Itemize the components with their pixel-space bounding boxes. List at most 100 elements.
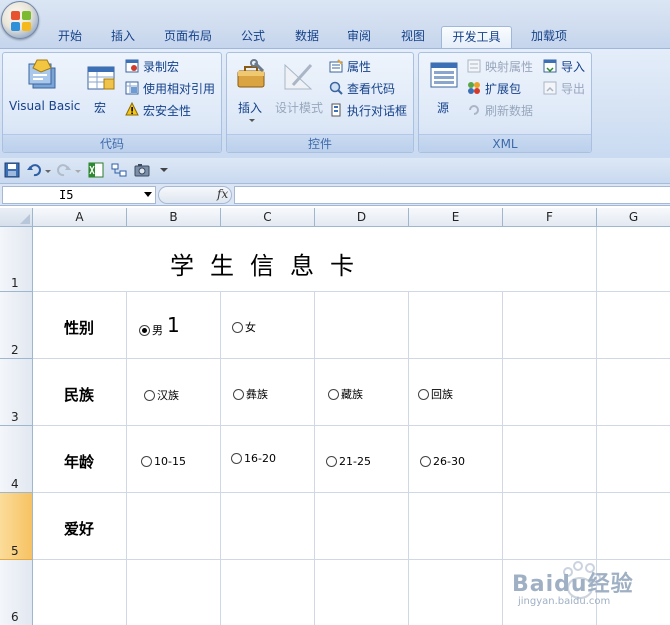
row-header-1[interactable]: 1 (0, 227, 33, 292)
record-macro-icon (125, 59, 139, 73)
formula-input[interactable] (234, 186, 670, 204)
age-option-16-20[interactable]: 16-20 (231, 452, 276, 465)
age-label: 年龄 (64, 453, 95, 471)
hobby-label: 爱好 (64, 520, 95, 538)
tab-developer[interactable]: 开发工具 (441, 26, 512, 48)
refresh-data-label: 刷新数据 (485, 104, 534, 118)
radio-icon (328, 388, 339, 400)
xml-import-button[interactable]: 导入 (541, 57, 589, 75)
excel-window: 开始 插入 页面布局 公式 数据 审阅 视图 开发工具 加载项 Visual B… (0, 0, 670, 625)
tab-view[interactable]: 视图 (393, 26, 433, 48)
office-button[interactable] (1, 1, 39, 39)
column-header-e[interactable]: E (409, 208, 503, 227)
map-properties-button: 映射属性 (465, 57, 539, 75)
save-icon[interactable] (4, 162, 20, 178)
insert-function-icon[interactable]: fx (217, 187, 228, 201)
expansion-packs-button[interactable]: 扩展包 (465, 79, 539, 97)
insert-control-button[interactable]: 插入 (229, 55, 273, 127)
age-option-21-25[interactable]: 21-25 (326, 455, 371, 468)
ethnicity-option-hui[interactable]: 回族 (418, 386, 453, 402)
ethnicity-option-zang-label: 藏族 (341, 388, 363, 401)
macros-button[interactable]: 宏 (83, 55, 121, 125)
office-logo-icon (11, 11, 31, 31)
warning-icon (125, 102, 139, 116)
undo-icon[interactable] (26, 162, 42, 178)
camera-icon[interactable] (134, 162, 150, 178)
formula-bar: I5 fx (0, 184, 670, 206)
column-header-d[interactable]: D (315, 208, 409, 227)
age-option-26-30[interactable]: 26-30 (420, 455, 465, 468)
relative-reference-button[interactable]: 使用相对引用 (123, 79, 221, 97)
excel-sheet-icon[interactable] (88, 162, 104, 178)
gender-linked-value: 1 (167, 313, 180, 337)
tab-formulas[interactable]: 公式 (233, 26, 273, 48)
run-dialog-label: 执行对话框 (347, 104, 408, 118)
properties-button[interactable]: 属性 (327, 57, 411, 75)
gender-option-male-label: 男 (152, 324, 163, 337)
design-mode-label: 设计模式 (275, 101, 324, 115)
undo-dropdown-icon[interactable] (45, 170, 51, 173)
name-box[interactable]: I5 (2, 186, 156, 204)
age-option-10-15[interactable]: 10-15 (141, 455, 186, 468)
run-dialog-button[interactable]: 执行对话框 (327, 101, 413, 119)
ribbon-panel: Visual Basic 宏 录制宏 使用相对引用 宏安全性 代码 插入 设计模… (0, 48, 670, 158)
gender-label: 性别 (64, 319, 95, 337)
flow-icon[interactable] (111, 162, 127, 178)
toolbox-icon (237, 59, 265, 88)
name-box-dropdown-icon[interactable] (144, 192, 152, 197)
gender-option-male[interactable]: 男 (139, 322, 163, 338)
radio-icon (418, 388, 429, 400)
row-header-3[interactable]: 3 (0, 359, 33, 426)
column-header-a[interactable]: A (33, 208, 127, 227)
view-code-icon (329, 81, 343, 95)
expansion-packs-icon (468, 82, 480, 94)
insert-control-label: 插入 (238, 101, 263, 115)
radio-selected-icon (139, 324, 150, 336)
tab-home[interactable]: 开始 (50, 26, 90, 48)
row-header-6[interactable]: 6 (0, 560, 33, 625)
xml-source-button[interactable]: 源 (425, 55, 465, 127)
expansion-packs-label: 扩展包 (485, 82, 522, 96)
ethnicity-option-yi-label: 彝族 (246, 388, 268, 401)
group-xml-label: XML (419, 134, 591, 152)
tab-add-ins[interactable]: 加载项 (524, 26, 574, 48)
column-header-f[interactable]: F (503, 208, 597, 227)
group-code-label: 代码 (3, 134, 221, 152)
age-option-21-25-label: 21-25 (339, 455, 371, 468)
visual-basic-button[interactable]: Visual Basic (5, 55, 81, 125)
group-controls: 插入 设计模式 属性 查看代码 执行对话框 控件 (226, 52, 414, 153)
redo-icon (57, 164, 71, 177)
gender-option-female[interactable]: 女 (232, 319, 256, 335)
row-header-4[interactable]: 4 (0, 426, 33, 493)
ethnicity-option-zang[interactable]: 藏族 (328, 386, 363, 402)
ethnicity-option-hui-label: 回族 (431, 388, 453, 401)
refresh-data-icon (469, 105, 479, 115)
view-code-button[interactable]: 查看代码 (327, 79, 411, 97)
radio-icon (144, 389, 155, 401)
customize-qat-icon[interactable] (160, 168, 168, 172)
select-all-corner[interactable] (0, 208, 33, 227)
column-header-b[interactable]: B (127, 208, 221, 227)
name-box-value: I5 (59, 188, 74, 202)
record-macro-button[interactable]: 录制宏 (123, 57, 219, 75)
tab-data[interactable]: 数据 (287, 26, 327, 48)
radio-icon (232, 321, 243, 333)
group-xml: 源 映射属性 扩展包 刷新数据 导入 导出 XML (418, 52, 592, 153)
relative-reference-icon (125, 81, 139, 95)
radio-icon (326, 456, 337, 467)
macro-security-button[interactable]: 宏安全性 (123, 101, 219, 119)
tab-review[interactable]: 审阅 (339, 26, 379, 48)
import-label: 导入 (561, 60, 586, 74)
map-properties-icon (467, 59, 481, 73)
radio-icon (141, 456, 152, 467)
tab-page-layout[interactable]: 页面布局 (158, 26, 218, 48)
tab-insert[interactable]: 插入 (103, 26, 143, 48)
row-header-2[interactable]: 2 (0, 292, 33, 359)
column-header-c[interactable]: C (221, 208, 315, 227)
visual-basic-label: Visual Basic (9, 99, 81, 113)
macro-security-label: 宏安全性 (143, 104, 192, 118)
column-header-g[interactable]: G (597, 208, 670, 227)
row-header-5[interactable]: 5 (0, 493, 33, 560)
ethnicity-option-yi[interactable]: 彝族 (233, 386, 268, 402)
ethnicity-option-han[interactable]: 汉族 (144, 387, 179, 403)
